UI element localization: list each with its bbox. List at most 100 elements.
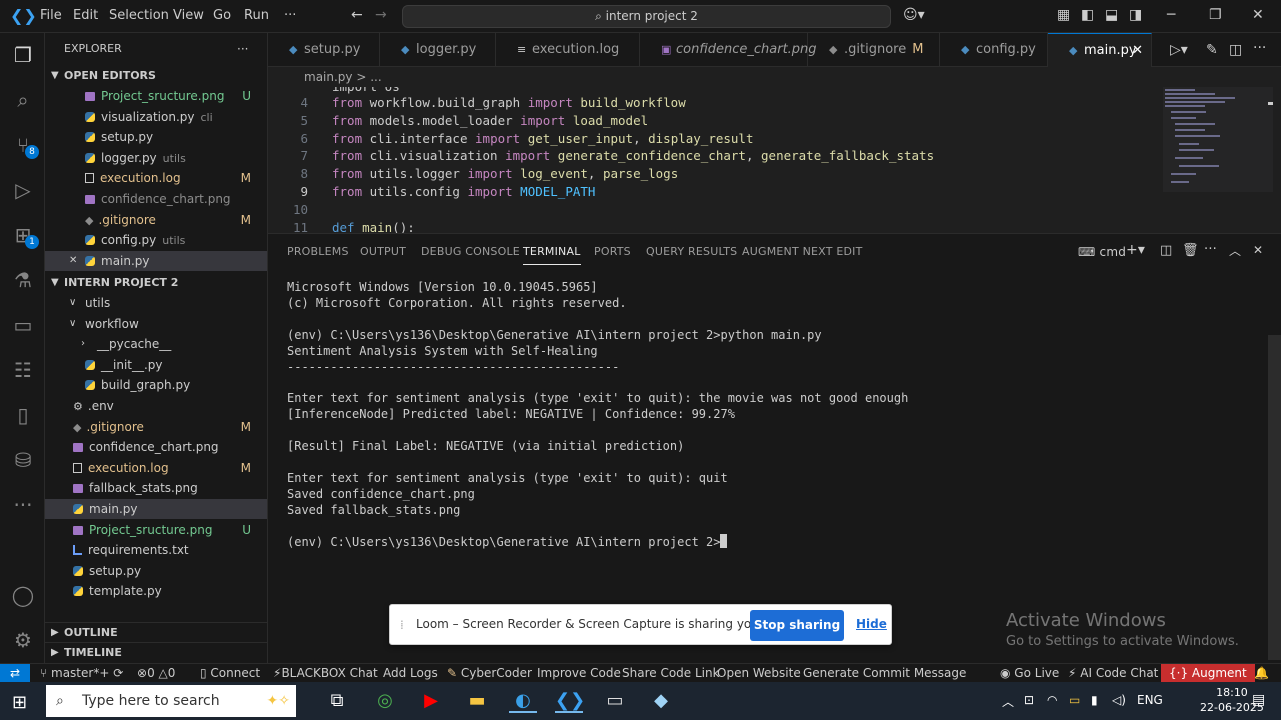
editor-more-icon[interactable]: ··· xyxy=(1253,40,1266,56)
drag-handle-icon[interactable]: ⁞ xyxy=(400,618,404,632)
file-explorer-icon[interactable]: ▬ xyxy=(463,689,491,713)
account-icon[interactable]: ◯ xyxy=(9,581,37,609)
menu-selection[interactable]: Selection xyxy=(109,8,169,23)
tray-chevron-icon[interactable]: ︿ xyxy=(1002,693,1014,710)
open-editor-item[interactable]: confidence_chart.png xyxy=(45,189,267,209)
panel-tab[interactable]: PORTS xyxy=(594,245,631,258)
problems-indicator[interactable]: ⊗0 △0 xyxy=(137,664,175,682)
forward-arrow-icon[interactable]: → xyxy=(375,7,387,23)
open-editor-item[interactable]: logger.py utils xyxy=(45,148,267,168)
more-views-icon[interactable]: ··· xyxy=(9,491,37,519)
status-cybercoder[interactable]: ✎ CyberCoder xyxy=(447,664,532,682)
pen-icon[interactable]: ✎ xyxy=(1206,42,1218,58)
status-ai-chat[interactable]: ⚡ AI Code Chat xyxy=(1068,664,1158,682)
terminal-shell-label[interactable]: ⌨ cmd xyxy=(1078,245,1126,259)
timeline-header[interactable]: ▶ TIMELINE xyxy=(45,642,267,662)
tree-folder[interactable]: ∨ workflow xyxy=(45,314,267,334)
code-line[interactable]: def main(): xyxy=(332,220,415,233)
tree-file[interactable]: __init__.py xyxy=(45,355,267,375)
toggle-secondary-sidebar-icon[interactable]: ◨ xyxy=(1129,7,1142,23)
tree-file[interactable]: requirements.txt xyxy=(45,540,267,560)
code-line[interactable]: from workflow.build_graph import build_w… xyxy=(332,95,686,110)
open-editors-header[interactable]: ▼ OPEN EDITORS xyxy=(45,66,267,86)
source-control-icon[interactable]: ⑂ 8 xyxy=(9,131,39,159)
open-editor-item[interactable]: Project_sructure.png U xyxy=(45,86,267,106)
kill-terminal-icon[interactable]: 🗑 xyxy=(1182,243,1199,258)
search-view-icon[interactable]: ⌕ xyxy=(9,86,37,114)
tree-file[interactable]: build_graph.py xyxy=(45,375,267,395)
camera-icon[interactable]: ⊡ xyxy=(1024,693,1034,707)
panel-tab[interactable]: QUERY RESULTS xyxy=(646,245,737,258)
code-line[interactable]: from cli.interface import get_user_input… xyxy=(332,131,753,146)
youtube-icon[interactable]: ▶ xyxy=(417,689,445,713)
tree-file[interactable]: execution.log M xyxy=(45,458,267,478)
open-editor-item[interactable]: config.py utils xyxy=(45,230,267,250)
code-line[interactable]: from models.model_loader import load_mod… xyxy=(332,113,648,128)
microphone-icon[interactable]: ▮ xyxy=(1091,693,1098,707)
status-improve-code[interactable]: Improve Code xyxy=(537,664,621,682)
task-view-icon[interactable]: ⧉ xyxy=(323,689,351,713)
chrome-icon[interactable]: ◎ xyxy=(371,689,399,713)
status-share-code[interactable]: Share Code Link xyxy=(622,664,720,682)
project-header[interactable]: ▼ INTERN PROJECT 2 xyxy=(45,273,267,293)
tree-file[interactable]: ⚙ .env xyxy=(45,396,267,416)
minimap[interactable] xyxy=(1163,87,1273,233)
explorer-more-icon[interactable]: ··· xyxy=(237,39,248,59)
panel-tab[interactable]: OUTPUT xyxy=(360,245,406,258)
network-icon[interactable]: ◠ xyxy=(1047,693,1057,707)
status-open-website[interactable]: Open Website xyxy=(717,664,801,682)
restore-icon[interactable]: ❐ xyxy=(1209,7,1222,23)
status-augment[interactable]: {·} Augment xyxy=(1161,664,1255,682)
code-editor[interactable]: import os 4 from workflow.build_graph im… xyxy=(268,87,1163,233)
run-file-icon[interactable]: ▷▾ xyxy=(1170,42,1188,58)
status-blackbox[interactable]: ⚡BLACKBOX Chat xyxy=(273,664,378,682)
split-editor-icon[interactable]: ◫ xyxy=(1229,42,1242,58)
open-editor-item[interactable]: visualization.py cli xyxy=(45,107,267,127)
taskbar-search[interactable]: ⌕ Type here to search ✦✧ xyxy=(46,685,296,717)
tree-file[interactable]: confidence_chart.png xyxy=(45,437,267,457)
maximize-panel-icon[interactable]: ︿ xyxy=(1229,242,1241,259)
editor-tab[interactable]: ◆ main.py ✕ xyxy=(1048,33,1152,67)
notification-center-icon[interactable]: ▤ xyxy=(1252,692,1265,708)
tree-file[interactable]: fallback_stats.png xyxy=(45,478,267,498)
notebook-icon[interactable]: ▯ xyxy=(9,401,37,429)
open-editor-item[interactable]: setup.py xyxy=(45,127,267,147)
testing-icon[interactable]: ⚗ xyxy=(9,266,37,294)
breadcrumb-sep[interactable]: > ... xyxy=(356,70,381,84)
command-center-search[interactable]: ⌕ intern project 2 xyxy=(402,5,891,28)
editor-tab[interactable]: ◆ logger.py xyxy=(380,33,496,67)
stop-sharing-button[interactable]: Stop sharing xyxy=(750,610,844,641)
status-commit-message[interactable]: Generate Commit Message xyxy=(803,664,966,682)
app-taskbar-icon[interactable]: ◆ xyxy=(647,689,675,713)
new-terminal-icon[interactable]: +▾ xyxy=(1126,242,1145,258)
open-editor-item[interactable]: ◆ .gitignore M xyxy=(45,210,267,230)
status-add-logs[interactable]: Add Logs xyxy=(383,664,438,682)
volume-icon[interactable]: ◁) xyxy=(1112,693,1126,707)
editor-tab[interactable]: ◆ config.py xyxy=(940,33,1048,67)
open-editor-item[interactable]: ✕ main.py xyxy=(45,250,267,271)
panel-tab[interactable]: PROBLEMS xyxy=(287,245,349,258)
sql-icon[interactable]: ⛁ xyxy=(9,446,37,474)
language-indicator[interactable]: ENG xyxy=(1137,693,1163,707)
code-line[interactable]: from utils.config import MODEL_PATH xyxy=(332,184,595,199)
breadcrumb-file[interactable]: main.py xyxy=(304,70,353,84)
status-go-live[interactable]: ◉ Go Live xyxy=(1000,664,1059,682)
editor-tab[interactable]: ◆ .gitignore M xyxy=(808,33,940,67)
outline-header[interactable]: ▶ OUTLINE xyxy=(45,622,267,642)
terminal-scrollbar[interactable] xyxy=(1268,335,1281,660)
remote-indicator-icon[interactable]: ⇄ xyxy=(0,664,30,683)
tree-folder[interactable]: › __pycache__ xyxy=(45,334,267,354)
customize-layout-icon[interactable]: ▦ xyxy=(1057,7,1070,23)
panel-tab[interactable]: DEBUG CONSOLE xyxy=(421,245,520,258)
panel-more-icon[interactable]: ··· xyxy=(1204,242,1217,257)
database-icon[interactable]: ☷ xyxy=(9,356,37,384)
close-panel-icon[interactable]: ✕ xyxy=(1253,243,1263,257)
terminal-taskbar-icon[interactable]: ▭ xyxy=(601,689,629,713)
menu-run[interactable]: Run xyxy=(244,8,269,23)
back-arrow-icon[interactable]: ← xyxy=(351,7,363,23)
menu-go[interactable]: Go xyxy=(213,8,231,23)
tree-file[interactable]: Project_sructure.png U xyxy=(45,520,267,540)
code-line[interactable]: from utils.logger import log_event, pars… xyxy=(332,166,678,181)
editor-tab[interactable]: ▣ confidence_chart.png xyxy=(640,33,817,67)
tree-file[interactable]: template.py xyxy=(45,581,267,601)
